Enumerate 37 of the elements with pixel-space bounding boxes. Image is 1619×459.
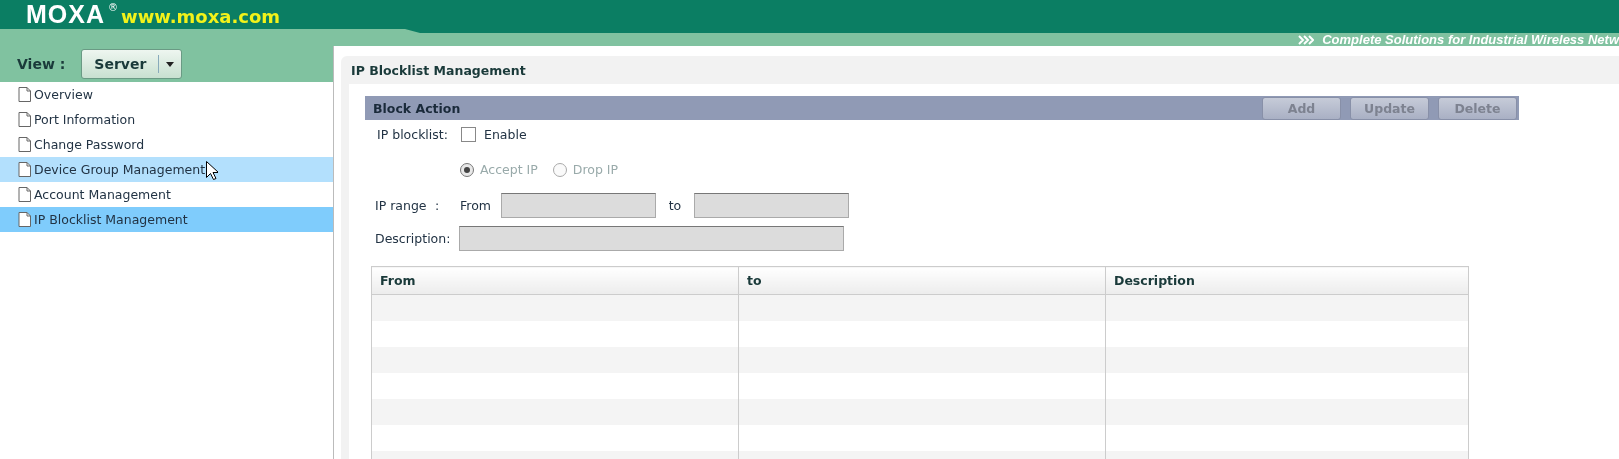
caret-icon	[166, 61, 175, 67]
section-header: Block Action Add Update Delete	[365, 96, 1519, 120]
checkbox-label: Enable	[484, 127, 527, 142]
page-icon	[18, 212, 31, 227]
nav-item[interactable]: Device Group Management	[0, 157, 333, 182]
column-header: to	[738, 266, 1106, 295]
column-header: From	[371, 266, 739, 295]
field-label: :	[435, 197, 441, 213]
page-icon	[18, 187, 31, 202]
nav-item[interactable]: Overview	[0, 82, 333, 107]
page-icon	[18, 162, 31, 177]
field-label: to	[667, 197, 683, 213]
panel-title: IP Blocklist Management	[350, 61, 527, 80]
view-dropdown[interactable]: Server	[81, 49, 183, 79]
nav-item[interactable]: Port Information	[0, 107, 333, 132]
cursor-icon	[206, 161, 218, 180]
registered-mark: ®	[108, 2, 118, 13]
tagline: Complete Solutions for Industrial Wireless Netw	[1322, 32, 1619, 47]
nav-item[interactable]: Change Password	[0, 132, 333, 157]
to-ip-field[interactable]	[694, 192, 849, 218]
enable-checkbox[interactable]	[461, 127, 476, 142]
page-icon	[18, 137, 31, 152]
logo: MOXA	[26, 1, 105, 27]
website-link[interactable]: www.moxa.com	[121, 6, 281, 28]
page-icon	[18, 87, 31, 102]
field-label: From	[460, 197, 492, 213]
nav-item[interactable]: Account Management	[0, 182, 333, 207]
field-label: IP blocklist:	[376, 127, 449, 142]
page-icon	[18, 112, 31, 127]
description-field[interactable]	[459, 225, 844, 251]
field-label: Description:	[374, 230, 452, 246]
column-header: Description	[1105, 266, 1469, 295]
view-label: View :	[17, 56, 66, 72]
from-ip-field[interactable]	[501, 192, 656, 218]
chevrons-icon	[1298, 34, 1315, 45]
field-label: IP range	[374, 197, 428, 213]
nav-item[interactable]: IP Blocklist Management	[0, 207, 333, 232]
